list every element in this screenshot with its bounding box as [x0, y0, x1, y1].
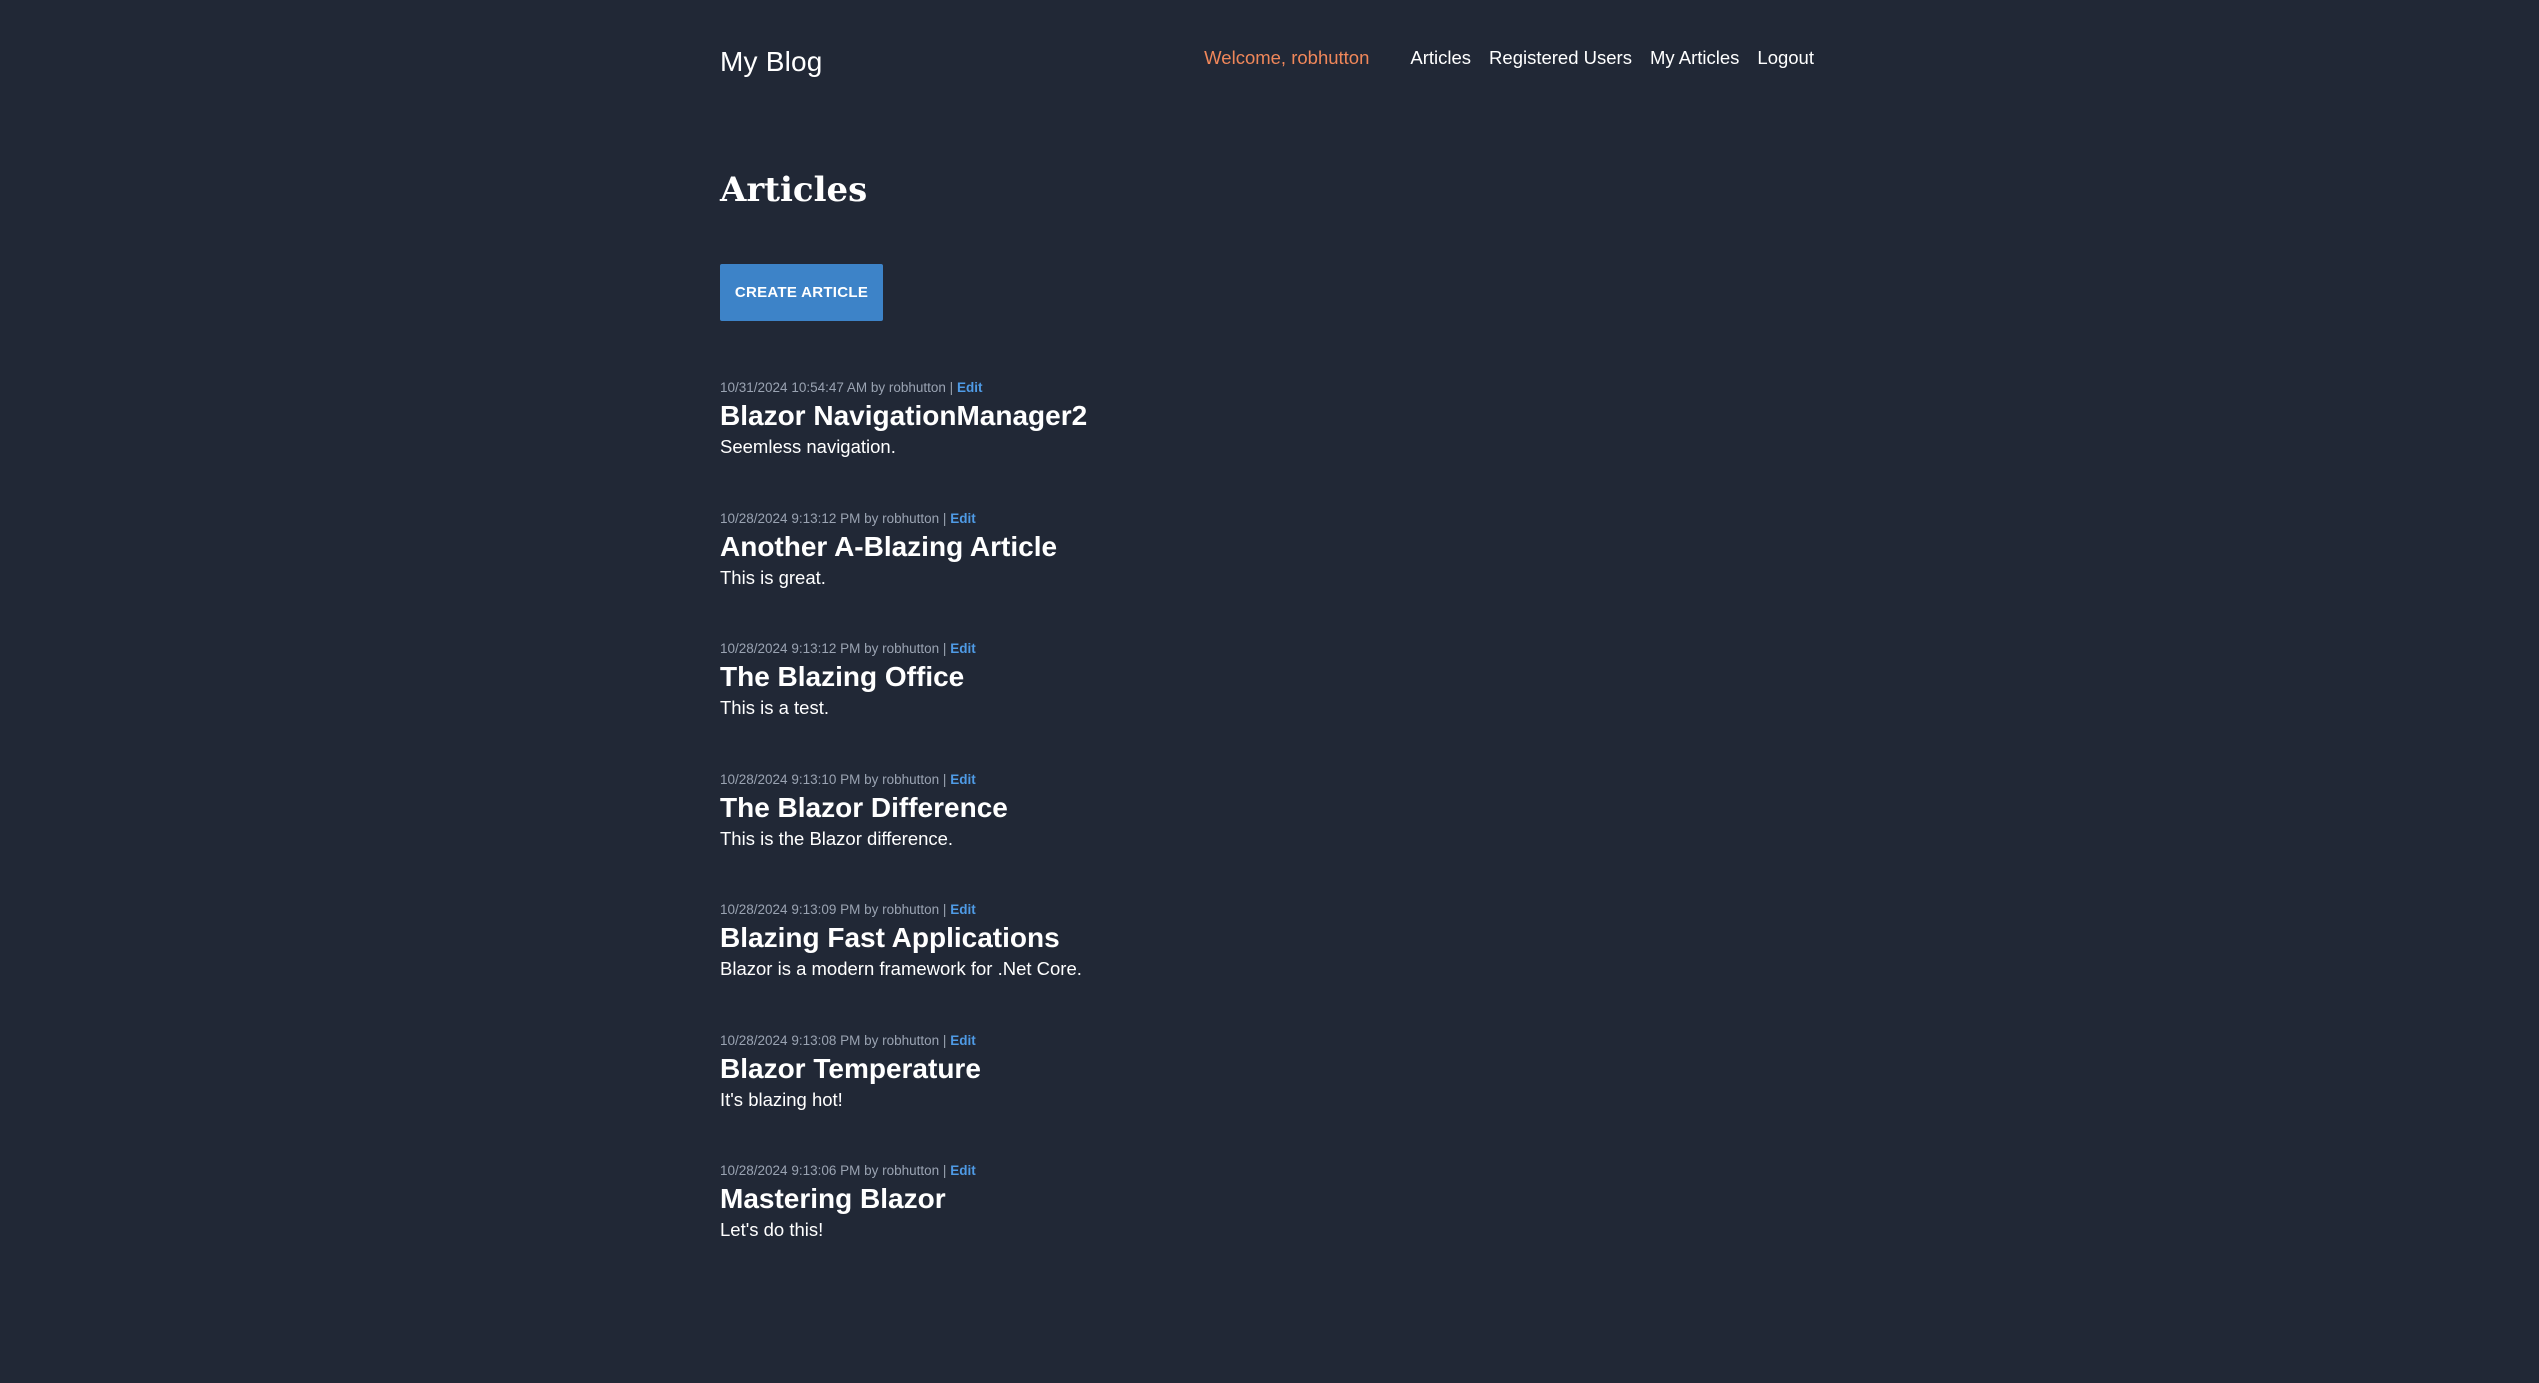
edit-link[interactable]: Edit — [950, 1163, 976, 1178]
article-meta-text: 10/31/2024 10:54:47 AM by robhutton | — [720, 380, 957, 395]
edit-link[interactable]: Edit — [950, 511, 976, 526]
article-summary: It's blazing hot! — [720, 1088, 843, 1110]
article-meta: 10/28/2024 9:13:12 PM by robhutton | Edi… — [720, 640, 976, 658]
article-summary: This is great. — [720, 566, 826, 588]
edit-link[interactable]: Edit — [950, 1033, 976, 1048]
article-title[interactable]: The Blazing Office — [720, 657, 964, 697]
edit-link[interactable]: Edit — [950, 641, 976, 656]
article-title[interactable]: Mastering Blazor — [720, 1179, 946, 1219]
site-title[interactable]: My Blog — [720, 44, 823, 80]
article-summary: Blazor is a modern framework for .Net Co… — [720, 958, 1082, 979]
nav-link-logout[interactable]: Logout — [1757, 47, 1814, 69]
edit-link[interactable]: Edit — [950, 902, 976, 917]
edit-link[interactable]: Edit — [957, 380, 983, 395]
nav-link-registered-users[interactable]: Registered Users — [1489, 47, 1632, 69]
article-item: 10/28/2024 9:13:08 PM by robhutton | Edi… — [720, 1025, 1420, 1156]
create-article-button[interactable]: CREATE ARTICLE — [720, 264, 883, 321]
article-meta-text: 10/28/2024 9:13:10 PM by robhutton | — [720, 771, 951, 787]
edit-link[interactable]: Edit — [950, 772, 976, 787]
nav-link-articles[interactable]: Articles — [1410, 47, 1471, 69]
article-meta: 10/28/2024 9:13:09 PM by robhutton | Edi… — [720, 901, 976, 919]
article-meta-text: 10/28/2024 9:13:06 PM by robhutton | — [720, 1163, 951, 1178]
nav-link-my-articles[interactable]: My Articles — [1650, 47, 1739, 69]
article-item: 10/28/2024 9:13:12 PM by robhutton | Edi… — [720, 633, 1420, 764]
article-item: 10/28/2024 9:13:09 PM by robhutton | Edi… — [720, 894, 1420, 1025]
page-title: Articles — [720, 170, 868, 210]
article-meta: 10/28/2024 9:13:10 PM by robhutton | Edi… — [720, 771, 976, 789]
article-meta: 10/31/2024 10:54:47 AM by robhutton | Ed… — [720, 379, 982, 397]
article-meta: 10/28/2024 9:13:12 PM by robhutton | Edi… — [720, 510, 976, 528]
article-item: 10/28/2024 9:13:12 PM by robhutton | Edi… — [720, 503, 1420, 634]
article-item: 10/31/2024 10:54:47 AM by robhutton | Ed… — [720, 372, 1420, 503]
article-summary: Seemless navigation. — [720, 436, 896, 457]
article-item: 10/28/2024 9:13:06 PM by robhutton | Edi… — [720, 1155, 1420, 1286]
article-summary: This is the Blazor difference. — [720, 827, 954, 849]
article-summary: This is a test. — [720, 697, 829, 718]
top-nav: Welcome, robhutton Articles Registered U… — [1204, 44, 1814, 72]
article-title[interactable]: The Blazor Difference — [720, 788, 1008, 828]
article-item: 10/28/2024 9:13:10 PM by robhutton | Edi… — [720, 764, 1420, 895]
article-meta: 10/28/2024 9:13:06 PM by robhutton | Edi… — [720, 1162, 976, 1180]
article-summary: Let's do this! — [720, 1219, 824, 1240]
article-title[interactable]: Blazor NavigationManager2 — [720, 396, 1087, 436]
welcome-message: Welcome, robhutton — [1204, 47, 1370, 68]
article-meta: 10/28/2024 9:13:08 PM by robhutton | Edi… — [720, 1032, 976, 1050]
article-title[interactable]: Blazor Temperature — [720, 1049, 981, 1089]
article-meta-text: 10/28/2024 9:13:12 PM by robhutton | — [720, 641, 951, 656]
page-container: My Blog Welcome, robhutton Articles Regi… — [720, 0, 1814, 1383]
article-title[interactable]: Another A-Blazing Article — [720, 527, 1057, 567]
article-meta-text: 10/28/2024 9:13:08 PM by robhutton | — [720, 1032, 951, 1048]
article-meta-text: 10/28/2024 9:13:09 PM by robhutton | — [720, 902, 951, 917]
article-list: 10/31/2024 10:54:47 AM by robhutton | Ed… — [720, 372, 1420, 1286]
article-meta-text: 10/28/2024 9:13:12 PM by robhutton | — [720, 510, 951, 526]
article-title[interactable]: Blazing Fast Applications — [720, 918, 1060, 958]
